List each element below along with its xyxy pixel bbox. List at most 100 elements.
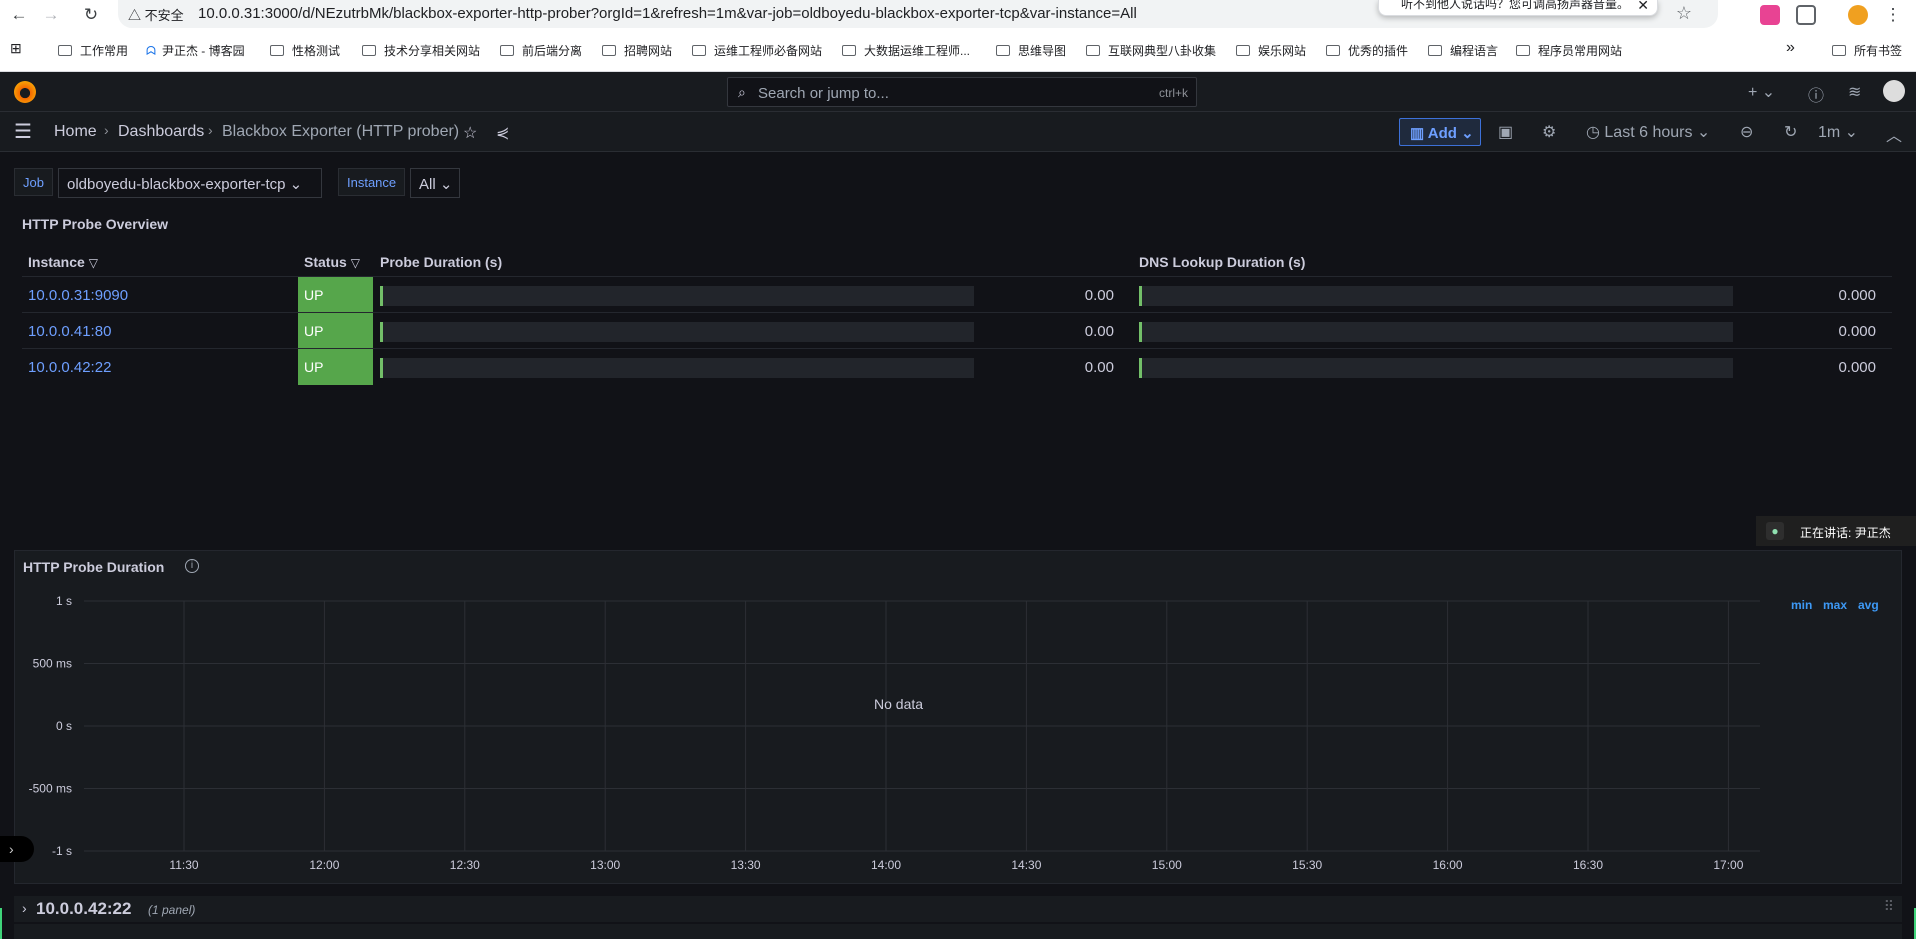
folder-icon (996, 45, 1010, 56)
column-header-dns-duration[interactable]: DNS Lookup Duration (s) (1139, 254, 1305, 270)
bookmark-folder[interactable]: 技术分享相关网站 (362, 42, 480, 59)
graph-panel: HTTP Probe Duration i (14, 550, 1902, 884)
star-icon[interactable]: ☆ (463, 123, 477, 143)
dns-duration-value: 0.000 (1838, 287, 1876, 304)
instance-link[interactable]: 10.0.0.31:9090 (28, 287, 128, 304)
legend-avg-header[interactable]: avg (1858, 598, 1879, 612)
graph-title: HTTP Probe Duration (23, 559, 165, 575)
column-header-probe-duration[interactable]: Probe Duration (s) (380, 254, 502, 270)
probe-duration-gauge (380, 322, 974, 342)
chevron-right-icon[interactable]: › (22, 900, 27, 916)
speaking-indicator: ● 正在讲话: 尹正杰 (1756, 516, 1916, 546)
back-icon[interactable]: ← (8, 4, 30, 26)
folder-icon (1516, 45, 1530, 56)
bookmark-folder[interactable]: 编程语言 (1428, 42, 1498, 59)
folder-icon (842, 45, 856, 56)
help-icon[interactable]: ⓘ (1808, 82, 1824, 106)
more-bookmarks-icon[interactable]: » (1786, 39, 1795, 57)
probe-duration-gauge (380, 286, 974, 306)
bookmarks-bar: ⊞ 工作常用 ᗣ 尹正杰 - 博客园 性格测试 技术分享相关网站 前后端分离 招聘… (0, 30, 1916, 72)
dock-chevron-icon[interactable]: › (0, 836, 34, 862)
probe-duration-gauge (380, 358, 974, 378)
bookmark-folder[interactable]: 运维工程师必备网站 (692, 42, 822, 59)
filter-icon[interactable]: ▽ (351, 256, 360, 270)
variable-select-job[interactable]: oldboyedu-blackbox-exporter-tcp ⌄ (58, 168, 322, 198)
folder-icon (500, 45, 514, 56)
column-header-instance[interactable]: Instance ▽ (28, 254, 98, 270)
row-title[interactable]: 10.0.0.42:22 (36, 899, 131, 919)
speaker-volume-notice: 听不到他人说话吗？您可调高扬声器音量。 ✕ (1378, 0, 1658, 16)
folder-icon (362, 45, 376, 56)
bookmark-folder[interactable]: 程序员常用网站 (1516, 42, 1622, 59)
gauge-fill (380, 358, 383, 378)
user-avatar[interactable] (1883, 80, 1905, 102)
new-menu-button[interactable]: + ⌄ (1748, 82, 1775, 102)
instance-link[interactable]: 10.0.0.41:80 (28, 323, 111, 340)
search-input[interactable]: ⌕ Search or jump to... ctrl+k (727, 77, 1197, 107)
column-header-status[interactable]: Status ▽ (304, 254, 360, 270)
bookmark-folder[interactable]: 工作常用 (58, 42, 128, 59)
bookmark-folder[interactable]: 前后端分离 (500, 42, 582, 59)
dns-duration-gauge (1139, 286, 1733, 306)
collapse-chevron-icon[interactable]: ︿ (1886, 122, 1902, 146)
bookmark-folder[interactable]: 互联网典型八卦收集 (1086, 42, 1216, 59)
clock-icon: ◷ (1586, 124, 1605, 141)
search-placeholder: Search or jump to... (758, 85, 889, 102)
share-icon[interactable]: ⋞ (496, 123, 509, 143)
search-icon: ⌕ (738, 84, 746, 100)
variable-select-instance[interactable]: All ⌄ (410, 168, 460, 198)
grafana-logo-icon[interactable] (14, 81, 36, 103)
microphone-icon: ● (1766, 522, 1784, 540)
settings-gear-icon[interactable]: ⚙ (1542, 122, 1556, 142)
bookmark-folder[interactable]: 大数据运维工程师... (842, 42, 970, 59)
filter-icon[interactable]: ▽ (89, 256, 98, 270)
add-button[interactable]: ▥ Add ⌄ (1399, 118, 1481, 146)
bookmark-folder[interactable]: 招聘网站 (602, 42, 672, 59)
gauge-fill (1139, 286, 1142, 306)
info-icon[interactable]: i (185, 559, 199, 573)
refresh-icon[interactable]: ↻ (1784, 122, 1797, 142)
time-range-picker[interactable]: ◷ Last 6 hours ⌄ (1586, 122, 1710, 142)
legend-min-header[interactable]: min (1791, 598, 1812, 612)
forward-icon[interactable]: → (40, 4, 62, 26)
apps-grid-icon[interactable]: ⊞ (10, 40, 22, 57)
collapsed-row[interactable]: › 10.0.0.42:22 (1 panel) ⠿ (14, 896, 1902, 922)
extensions-puzzle-icon[interactable] (1796, 5, 1816, 25)
legend-max-header[interactable]: max (1823, 598, 1847, 612)
bookmark-star-icon[interactable]: ☆ (1676, 3, 1692, 24)
dns-duration-gauge (1139, 358, 1733, 378)
security-warning[interactable]: △ 不安全 (128, 5, 184, 24)
browser-menu-icon[interactable]: ⋮ (1882, 4, 1904, 26)
folder-icon (1832, 45, 1846, 56)
bookmark-folder[interactable]: 思维导图 (996, 42, 1066, 59)
breadcrumb-dashboards[interactable]: Dashboards (118, 123, 204, 141)
bookmark-folder[interactable]: 性格测试 (270, 42, 340, 59)
zoom-out-icon[interactable]: ⊖ (1740, 122, 1753, 142)
keyboard-shortcut: ctrl+k (1158, 86, 1188, 100)
bookmark-link[interactable]: ᗣ 尹正杰 - 博客园 (146, 42, 245, 59)
no-data-message: No data (874, 696, 924, 712)
window-edge (0, 908, 2, 939)
bookmark-folder[interactable]: 娱乐网站 (1236, 42, 1306, 59)
instance-link[interactable]: 10.0.0.42:22 (28, 359, 111, 376)
close-icon[interactable]: ✕ (1637, 0, 1649, 12)
bookmark-folder[interactable]: 优秀的插件 (1326, 42, 1408, 59)
all-bookmarks[interactable]: 所有书签 (1832, 42, 1902, 59)
profile-avatar-icon[interactable] (1848, 5, 1868, 25)
drag-handle-icon[interactable]: ⠿ (1884, 898, 1894, 915)
next-row-partial (14, 924, 1902, 939)
breadcrumb-home[interactable]: Home (54, 123, 97, 141)
dns-duration-value: 0.000 (1838, 323, 1876, 340)
status-badge: UP (298, 349, 373, 385)
menu-icon[interactable]: ☰ (14, 119, 32, 144)
news-feed-icon[interactable]: ≋ (1848, 82, 1861, 102)
variable-label-job: Job (14, 168, 53, 196)
save-icon[interactable]: ▣ (1498, 122, 1513, 142)
url-text[interactable]: 10.0.0.31:3000/d/NEzutrbMk/blackbox-expo… (198, 5, 1137, 22)
extension-icon[interactable] (1760, 5, 1780, 25)
refresh-interval-picker[interactable]: 1m ⌄ (1818, 122, 1858, 142)
reload-icon[interactable]: ↻ (80, 4, 102, 26)
status-badge: UP (298, 277, 373, 313)
gauge-fill (1139, 322, 1142, 342)
dashboard-navbar: ☰ Home › Dashboards › Blackbox Exporter … (0, 112, 1916, 152)
